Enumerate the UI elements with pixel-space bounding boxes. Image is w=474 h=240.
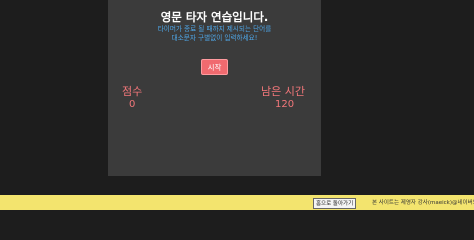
- game-panel: 영문 타자 연습입니다. 타이머가 종료 될 때까지 제시되는 단어를 대소문자…: [108, 0, 321, 176]
- time-remaining-label: 남은 시간: [261, 85, 305, 98]
- score-label: 점수: [122, 85, 143, 98]
- footer-bar: 홈으로 돌아가기 본 사이트는 제영자 강사(maeick)@네이버의: [0, 195, 474, 210]
- footer-credit: 본 사이트는 제영자 강사(maeick)@네이버의: [372, 200, 474, 206]
- instruction-line-1: 타이머가 종료 될 때까지 제시되는 단어를: [157, 25, 272, 33]
- home-button[interactable]: 홈으로 돌아가기: [313, 198, 357, 209]
- start-button[interactable]: 시작: [201, 59, 228, 75]
- score-value: 0: [129, 99, 136, 110]
- game-title: 영문 타자 연습입니다.: [160, 10, 269, 24]
- instruction-line-2: 대소문자 구별없이 입력하세요!: [171, 34, 258, 42]
- time-remaining-value: 120: [275, 99, 295, 110]
